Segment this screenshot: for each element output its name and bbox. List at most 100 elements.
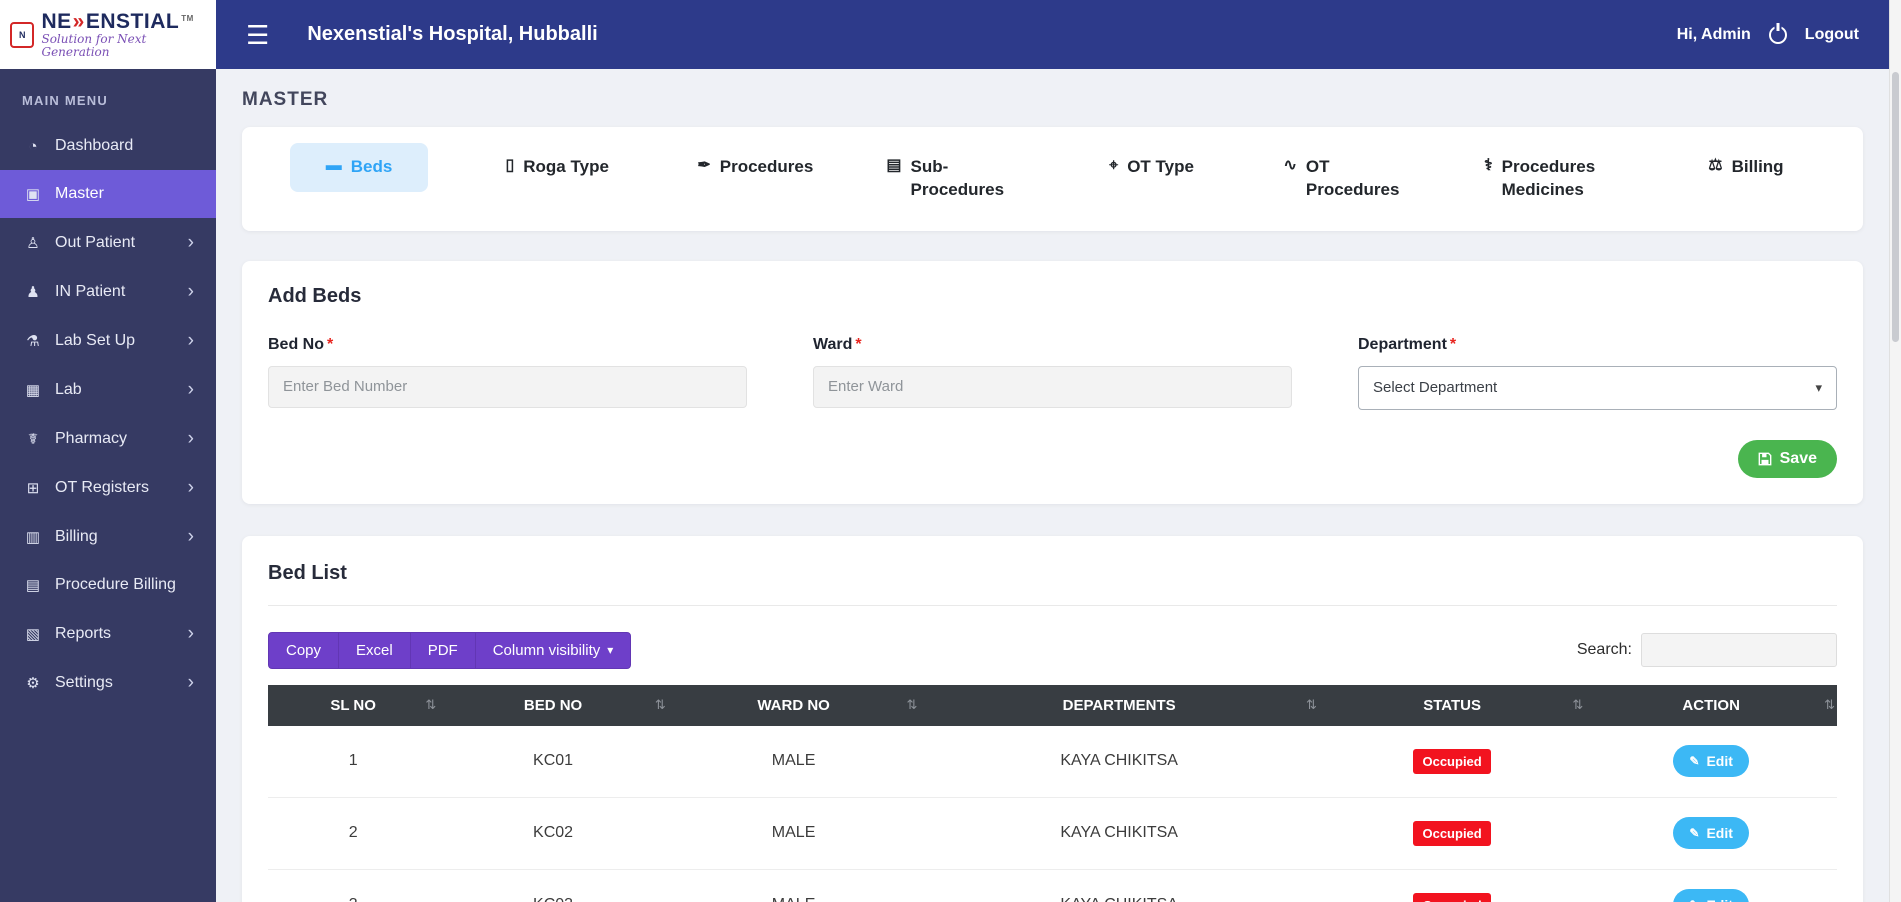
column-header-label: BED NO bbox=[524, 697, 582, 714]
column-header-sl-no[interactable]: SL NO ⇅ bbox=[268, 685, 438, 726]
sidebar-item-reports[interactable]: ▧ Reports › bbox=[0, 609, 216, 658]
tab-label: Billing bbox=[1732, 156, 1784, 179]
cell-status: Occupied bbox=[1319, 869, 1585, 902]
brand-name-suffix: ENSTIAL bbox=[86, 11, 179, 33]
hamburger-menu-icon[interactable]: ☰ bbox=[246, 22, 269, 48]
tab-label: Procedures bbox=[720, 156, 814, 179]
tab-beds[interactable]: ▬Beds bbox=[260, 143, 458, 192]
cell-ward-no: MALE bbox=[668, 797, 920, 869]
required-mark: * bbox=[1450, 336, 1456, 353]
column-header-label: SL NO bbox=[330, 697, 376, 714]
search-input[interactable] bbox=[1641, 633, 1837, 667]
sidebar-item-pharmacy[interactable]: ☤ Pharmacy › bbox=[0, 414, 216, 463]
brand-logo[interactable]: N NE»ENSTIALTM Solution for Next Generat… bbox=[0, 0, 216, 69]
master-tabs-bar: ▬Beds ▯Roga Type ✒Procedures ▤Sub-Proced… bbox=[242, 127, 1863, 231]
chevron-down-icon: ▾ bbox=[1815, 380, 1822, 396]
trademark-label: TM bbox=[181, 15, 194, 23]
brand-name-prefix: NE bbox=[41, 11, 71, 33]
tab-sub-procedures[interactable]: ▤Sub-Procedures bbox=[854, 143, 1052, 215]
greeting-text: Hi, Admin bbox=[1677, 26, 1751, 44]
sort-icon[interactable]: ⇅ bbox=[425, 697, 436, 713]
sort-icon[interactable]: ⇅ bbox=[1306, 697, 1317, 713]
column-visibility-button[interactable]: Column visibility ▾ bbox=[475, 632, 632, 669]
sidebar-item-label: Settings bbox=[55, 674, 113, 692]
sort-icon[interactable]: ⇅ bbox=[907, 697, 918, 713]
tab-procedures-medicines[interactable]: ⚕ Procedures Medicines bbox=[1449, 143, 1647, 215]
ot-registers-icon: ⊞ bbox=[22, 479, 44, 497]
tab-roga-type[interactable]: ▯Roga Type bbox=[458, 143, 656, 192]
tab-procedures[interactable]: ✒Procedures bbox=[656, 143, 854, 192]
sidebar-item-billing[interactable]: ▥ Billing › bbox=[0, 512, 216, 561]
billing-icon: ▥ bbox=[22, 528, 44, 546]
edit-button[interactable]: ✎Edit bbox=[1673, 817, 1749, 849]
out-patient-icon: ♙ bbox=[22, 234, 44, 252]
column-header-bed-no[interactable]: BED NO ⇅ bbox=[438, 685, 667, 726]
excel-button[interactable]: Excel bbox=[338, 632, 411, 669]
bed-no-label: Bed No bbox=[268, 336, 324, 353]
cell-action: ✎Edit bbox=[1585, 797, 1837, 869]
cell-sl-no: 1 bbox=[268, 726, 438, 798]
bed-no-input[interactable] bbox=[268, 366, 747, 408]
save-row: Save bbox=[268, 440, 1837, 478]
sidebar-item-lab[interactable]: ▦ Lab › bbox=[0, 365, 216, 414]
medicines-icon: ⚕ bbox=[1484, 156, 1493, 175]
logout-button[interactable]: Logout bbox=[1805, 26, 1859, 44]
procedure-billing-icon: ▤ bbox=[22, 576, 44, 594]
sidebar-item-lab-set-up[interactable]: ⚗ Lab Set Up › bbox=[0, 316, 216, 365]
tab-ot-procedures[interactable]: ∿OT Procedures bbox=[1251, 143, 1449, 215]
tab-label: Procedures Medicines bbox=[1502, 156, 1612, 202]
clipboard-icon: ▯ bbox=[505, 156, 514, 175]
bed-list-table: SL NO ⇅ BED NO ⇅ WARD NO⇅ DEPARTMENTS⇅ STA… bbox=[268, 685, 1837, 902]
column-header-label: STATUS bbox=[1423, 697, 1481, 714]
tab-billing[interactable]: ⚖ Billing bbox=[1647, 143, 1845, 192]
search-label: Search: bbox=[1577, 641, 1632, 659]
department-select[interactable]: Select Department ▾ bbox=[1358, 366, 1837, 410]
scrollbar[interactable] bbox=[1889, 0, 1901, 902]
sidebar: MAIN MENU ◔ Dashboard ▣ Master ♙ Out Pat… bbox=[0, 69, 216, 902]
ward-input[interactable] bbox=[813, 366, 1292, 408]
column-header-ward-no[interactable]: WARD NO⇅ bbox=[668, 685, 920, 726]
save-button[interactable]: Save bbox=[1738, 440, 1837, 478]
edit-button[interactable]: ✎ Edit bbox=[1673, 745, 1749, 777]
sort-icon[interactable]: ⇅ bbox=[655, 697, 666, 713]
add-beds-title: Add Beds bbox=[268, 285, 1837, 308]
syringe-icon: ⌖ bbox=[1109, 156, 1118, 175]
ward-group: Ward* bbox=[813, 336, 1292, 410]
sidebar-item-master[interactable]: ▣ Master bbox=[0, 170, 216, 218]
pdf-button[interactable]: PDF bbox=[410, 632, 476, 669]
power-icon[interactable] bbox=[1769, 26, 1787, 44]
sidebar-item-settings[interactable]: ⚙ Settings › bbox=[0, 658, 216, 707]
dashboard-icon: ◔ bbox=[22, 138, 44, 155]
copy-button[interactable]: Copy bbox=[268, 632, 339, 669]
sidebar-item-in-patient[interactable]: ♟ IN Patient › bbox=[0, 267, 216, 316]
column-header-status[interactable]: STATUS ⇅ bbox=[1319, 685, 1585, 726]
table-row: 3 KC03 MALE KAYA CHIKITSA Occupied ✎Edit bbox=[268, 869, 1837, 902]
pharmacy-icon: ☤ bbox=[22, 430, 44, 448]
lab-icon: ▦ bbox=[22, 381, 44, 399]
column-header-departments[interactable]: DEPARTMENTS⇅ bbox=[919, 685, 1319, 726]
sidebar-item-ot-registers[interactable]: ⊞ OT Registers › bbox=[0, 463, 216, 512]
sidebar-item-out-patient[interactable]: ♙ Out Patient › bbox=[0, 218, 216, 267]
table-header-row: SL NO ⇅ BED NO ⇅ WARD NO⇅ DEPARTMENTS⇅ STA… bbox=[268, 685, 1837, 726]
chevron-right-icon: › bbox=[188, 429, 194, 448]
edit-button-label: Edit bbox=[1706, 753, 1732, 769]
sidebar-item-label: Lab Set Up bbox=[55, 332, 135, 350]
column-header-action[interactable]: ACTION⇅ bbox=[1585, 685, 1837, 726]
pencil-icon: ✎ bbox=[1689, 826, 1699, 840]
sidebar-item-procedure-billing[interactable]: ▤ Procedure Billing bbox=[0, 561, 216, 609]
topbar-right: Hi, Admin Logout bbox=[1677, 26, 1859, 44]
sort-icon[interactable]: ⇅ bbox=[1824, 697, 1835, 713]
pencil-icon: ✎ bbox=[1689, 754, 1699, 768]
edit-button[interactable]: ✎Edit bbox=[1673, 889, 1749, 902]
billing-tab-icon: ⚖ bbox=[1708, 156, 1722, 175]
scrollbar-thumb[interactable] bbox=[1892, 72, 1899, 342]
brand-logo-text: NE»ENSTIALTM Solution for Next Generatio… bbox=[41, 11, 206, 58]
sidebar-item-label: Reports bbox=[55, 625, 111, 643]
sort-icon[interactable]: ⇅ bbox=[1572, 697, 1583, 713]
tab-ot-type[interactable]: ⌖OT Type bbox=[1053, 143, 1251, 192]
in-patient-icon: ♟ bbox=[22, 283, 44, 301]
cell-ward-no: MALE bbox=[668, 869, 920, 902]
chevron-right-icon: › bbox=[188, 380, 194, 399]
sidebar-item-dashboard[interactable]: ◔ Dashboard bbox=[0, 122, 216, 170]
cell-departments: KAYA CHIKITSA bbox=[919, 797, 1319, 869]
